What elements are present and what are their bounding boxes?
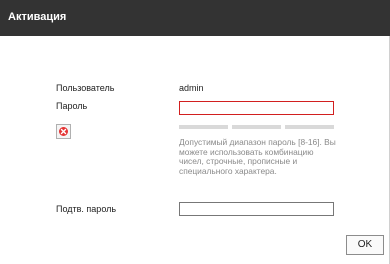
confirm-password-input[interactable] (179, 202, 334, 216)
password-hint: Допустимый диапазон пароль [8-16]. Вы мо… (179, 137, 336, 176)
error-x-icon (56, 124, 71, 139)
confirm-password-label: Подтв. пароль (56, 204, 117, 214)
strength-bar-1 (179, 125, 228, 129)
ok-button[interactable]: OK (346, 235, 384, 255)
password-label: Пароль (56, 101, 88, 111)
strength-bar-2 (232, 125, 281, 129)
dialog-titlebar: Активация (0, 0, 390, 36)
dialog-title: Активация (8, 11, 67, 23)
strength-bar-3 (285, 125, 334, 129)
user-value: admin (179, 83, 204, 93)
activation-dialog: Активация Пользователь admin Пароль Допу… (0, 0, 390, 264)
user-label: Пользователь (56, 83, 115, 93)
password-input[interactable] (179, 101, 334, 115)
